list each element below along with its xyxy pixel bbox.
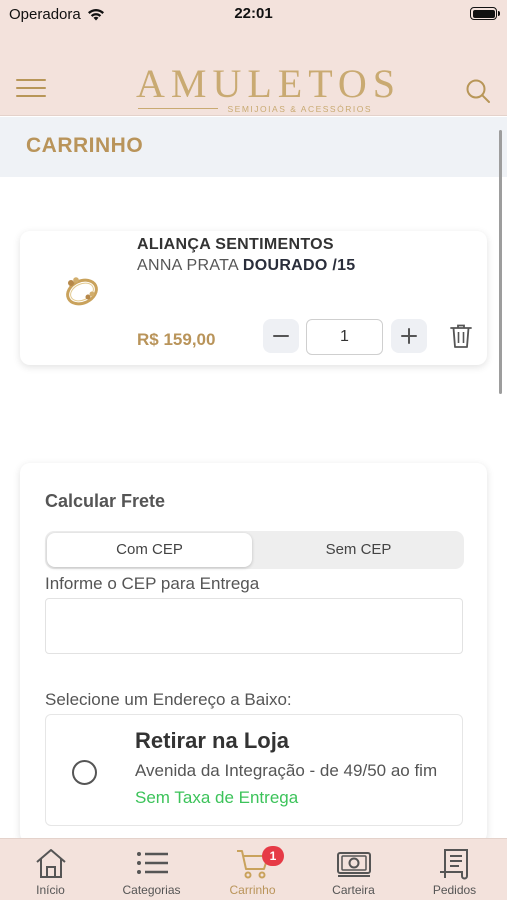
product-variant: ANNA PRATA DOURADO /15	[137, 257, 356, 275]
tab-carrinho[interactable]: 1 Carrinho	[202, 839, 303, 900]
address-option[interactable]: Retirar na Loja Avenida da Integração - …	[45, 714, 463, 826]
plus-icon	[401, 328, 417, 344]
status-bar: Operadora 22:01	[0, 0, 507, 30]
cep-mode-segmented-control: Com CEP Sem CEP	[45, 531, 464, 569]
variant-size: DOURADO /15	[242, 257, 356, 274]
shipping-calculator-card: Calcular Frete Com CEP Sem CEP Informe o…	[20, 463, 487, 843]
address-select-label: Selecione um Endereço a Baixo:	[45, 690, 292, 709]
shipping-title: Calcular Frete	[45, 491, 166, 511]
product-name: ALIANÇA SENTIMENTOS	[137, 236, 334, 253]
address-fee: Sem Taxa de Entrega	[135, 788, 299, 807]
brand-logo: AMULETOS SEMIJOIAS & ACESSÓRIOS	[128, 60, 395, 120]
scrollbar[interactable]	[499, 130, 502, 394]
bottom-tab-bar: Início Categorias 1 Carrinho Carteira Pe…	[0, 838, 507, 900]
tab-carteira[interactable]: Carteira	[303, 839, 404, 900]
hamburger-menu-icon[interactable]	[16, 79, 46, 99]
minus-icon	[273, 335, 289, 337]
cart-item-card: ALIANÇA SENTIMENTOS ANNA PRATA DOURADO /…	[20, 231, 487, 365]
segment-sem-cep[interactable]: Sem CEP	[256, 533, 461, 567]
tab-label: Categorias	[122, 883, 181, 897]
page-title: CARRINHO	[26, 134, 144, 157]
list-icon	[137, 852, 168, 874]
orders-icon	[440, 849, 468, 880]
logo-title: AMULETOS	[136, 61, 402, 106]
increase-quantity-button[interactable]	[391, 319, 427, 353]
logo-underline	[138, 108, 218, 109]
tab-pedidos[interactable]: Pedidos	[404, 839, 505, 900]
search-icon[interactable]	[465, 78, 491, 104]
battery-icon	[470, 7, 500, 20]
decrease-quantity-button[interactable]	[263, 319, 299, 353]
logo-subtitle: SEMIJOIAS & ACESSÓRIOS	[227, 104, 372, 114]
status-time: 22:01	[234, 5, 273, 22]
tab-label: Carrinho	[229, 883, 276, 897]
address-street: Avenida da Integração - de 49/50 ao fim	[135, 761, 438, 780]
tab-label: Carteira	[332, 883, 375, 897]
trash-icon[interactable]	[450, 323, 472, 349]
tab-label: Pedidos	[432, 883, 477, 897]
product-image	[66, 277, 98, 306]
product-price: R$ 159,00	[137, 330, 216, 349]
home-icon	[36, 849, 66, 878]
tab-categorias[interactable]: Categorias	[101, 839, 202, 900]
cart-count-badge: 1	[262, 846, 284, 866]
cep-field-label: Informe o CEP para Entrega	[45, 574, 260, 593]
tab-label: Início	[36, 883, 65, 897]
segment-com-cep[interactable]: Com CEP	[47, 533, 252, 567]
variant-color: ANNA PRATA	[137, 257, 239, 274]
wallet-icon	[337, 852, 371, 877]
page-title-band: CARRINHO	[0, 117, 507, 177]
quantity-input[interactable]: 1	[306, 319, 383, 355]
address-radio[interactable]	[72, 760, 97, 785]
tab-inicio[interactable]: Início	[0, 839, 101, 900]
address-title: Retirar na Loja	[135, 728, 290, 753]
app-header: AMULETOS SEMIJOIAS & ACESSÓRIOS	[0, 30, 507, 116]
cep-input[interactable]	[45, 598, 463, 654]
